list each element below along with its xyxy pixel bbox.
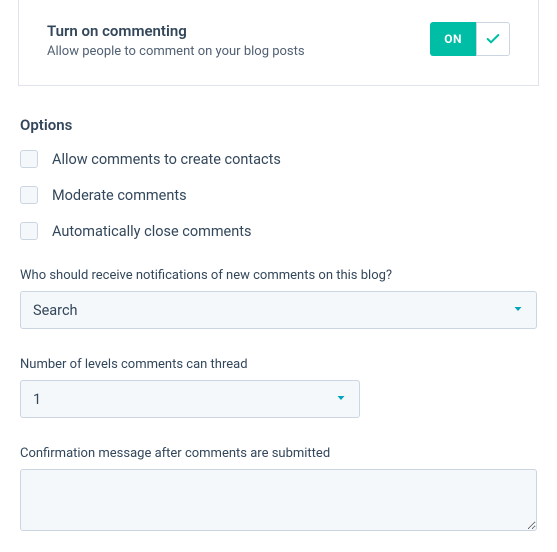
threading-field: Number of levels comments can thread 1: [20, 357, 537, 418]
chevron-down-icon: [335, 391, 347, 408]
check-icon: [476, 22, 510, 56]
notifications-placeholder: Search: [33, 302, 78, 319]
commenting-panel: Turn on commenting Allow people to comme…: [18, 0, 539, 86]
option-label: Allow comments to create contacts: [52, 151, 281, 168]
chevron-down-icon: [512, 302, 524, 319]
confirmation-textarea[interactable]: [20, 469, 537, 531]
threading-label: Number of levels comments can thread: [20, 357, 537, 372]
notifications-label: Who should receive notifications of new …: [20, 268, 537, 283]
checkbox-allow-contacts[interactable]: [20, 150, 38, 168]
commenting-toggle[interactable]: ON: [430, 22, 510, 56]
option-row: Allow comments to create contacts: [20, 150, 537, 168]
commenting-title: Turn on commenting: [47, 22, 305, 40]
notifications-field: Who should receive notifications of new …: [20, 268, 537, 329]
confirmation-field: Confirmation message after comments are …: [20, 446, 537, 535]
commenting-subtitle: Allow people to comment on your blog pos…: [47, 44, 305, 59]
notifications-select[interactable]: Search: [20, 291, 537, 329]
option-label: Moderate comments: [52, 187, 187, 204]
threading-value: 1: [33, 391, 41, 408]
options-section: Options Allow comments to create contact…: [0, 116, 557, 535]
options-heading: Options: [20, 116, 537, 134]
confirmation-label: Confirmation message after comments are …: [20, 446, 537, 461]
checkbox-auto-close[interactable]: [20, 222, 38, 240]
option-label: Automatically close comments: [52, 223, 251, 240]
option-row: Moderate comments: [20, 186, 537, 204]
toggle-on-label: ON: [430, 22, 476, 56]
threading-select[interactable]: 1: [20, 380, 360, 418]
checkbox-moderate[interactable]: [20, 186, 38, 204]
option-row: Automatically close comments: [20, 222, 537, 240]
